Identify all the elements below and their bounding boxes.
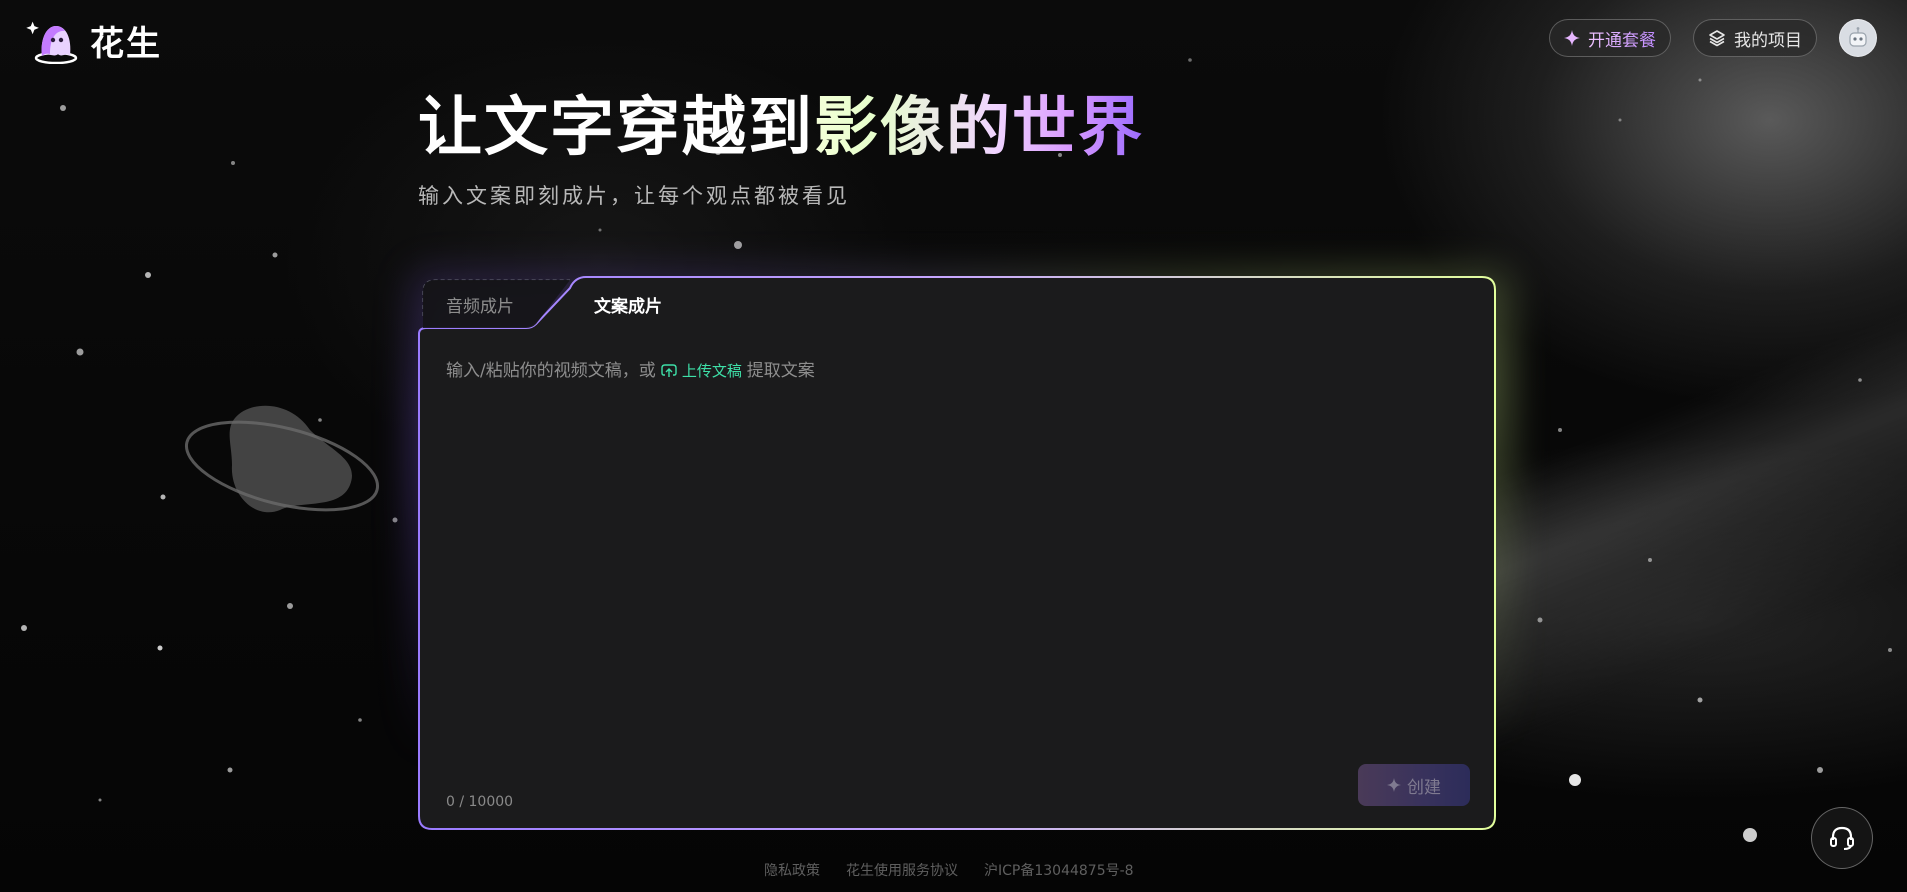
ghost-mascot-icon — [26, 21, 78, 64]
my-projects-button[interactable]: 我的项目 — [1693, 19, 1817, 57]
subscribe-button[interactable]: 开通套餐 — [1549, 19, 1671, 57]
create-button[interactable]: 创建 — [1358, 764, 1470, 806]
icp-license-link[interactable]: 沪ICP备13044875号-8 — [984, 860, 1134, 880]
footer-links: 隐私政策 花生使用服务协议 沪ICP备13044875号-8 — [764, 860, 1134, 880]
char-counter: 0 / 10000 — [446, 794, 514, 810]
planet-decoration — [184, 405, 380, 513]
robot-avatar-icon — [1849, 27, 1867, 47]
subscribe-label: 开通套餐 — [1588, 26, 1656, 51]
hero-title-gradient: 影像的世界 — [814, 91, 1144, 165]
hero-title: 让文字穿越到影像的世界 — [418, 88, 1144, 168]
brand-logo[interactable]: 花生 — [26, 16, 162, 65]
hero-title-plain: 让文字穿越到 — [418, 91, 814, 165]
privacy-policy-link[interactable]: 隐私政策 — [764, 860, 820, 880]
script-to-video-card: 音频成片 文案成片 输入/粘贴你的视频文稿，或 上传文稿 提取文案 0 / 10… — [418, 276, 1496, 830]
upload-label: 上传文稿 — [681, 362, 742, 380]
cloud-upload-icon — [661, 364, 677, 377]
tab-script-to-video[interactable]: 文案成片 — [594, 292, 662, 317]
placeholder-after: 提取文案 — [746, 361, 815, 381]
app-root: 花生 开通套餐 我的项目 让文字穿越到影像的世界 输入文案即刻成片，让每个观点都… — [0, 0, 1907, 892]
create-label: 创建 — [1407, 777, 1441, 798]
placeholder-before: 输入/粘贴你的视频文稿，或 — [446, 361, 656, 381]
brand-name: 花生 — [90, 24, 162, 64]
upload-script-link[interactable]: 上传文稿 — [661, 362, 747, 380]
tab-audio-to-video[interactable]: 音频成片 — [446, 292, 514, 317]
sparkle-icon — [1564, 30, 1580, 46]
sparkle-icon — [1387, 778, 1401, 792]
script-textarea[interactable]: 输入/粘贴你的视频文稿，或 上传文稿 提取文案 — [446, 356, 1466, 736]
hero-subtitle: 输入文案即刻成片，让每个观点都被看见 — [418, 184, 850, 208]
header-actions: 开通套餐 我的项目 — [1549, 19, 1877, 57]
layers-icon — [1709, 30, 1725, 47]
user-avatar[interactable] — [1839, 19, 1877, 57]
terms-of-service-link[interactable]: 花生使用服务协议 — [846, 860, 958, 880]
my-projects-label: 我的项目 — [1734, 30, 1802, 51]
headset-icon — [1830, 826, 1854, 850]
customer-support-button[interactable] — [1811, 807, 1873, 869]
